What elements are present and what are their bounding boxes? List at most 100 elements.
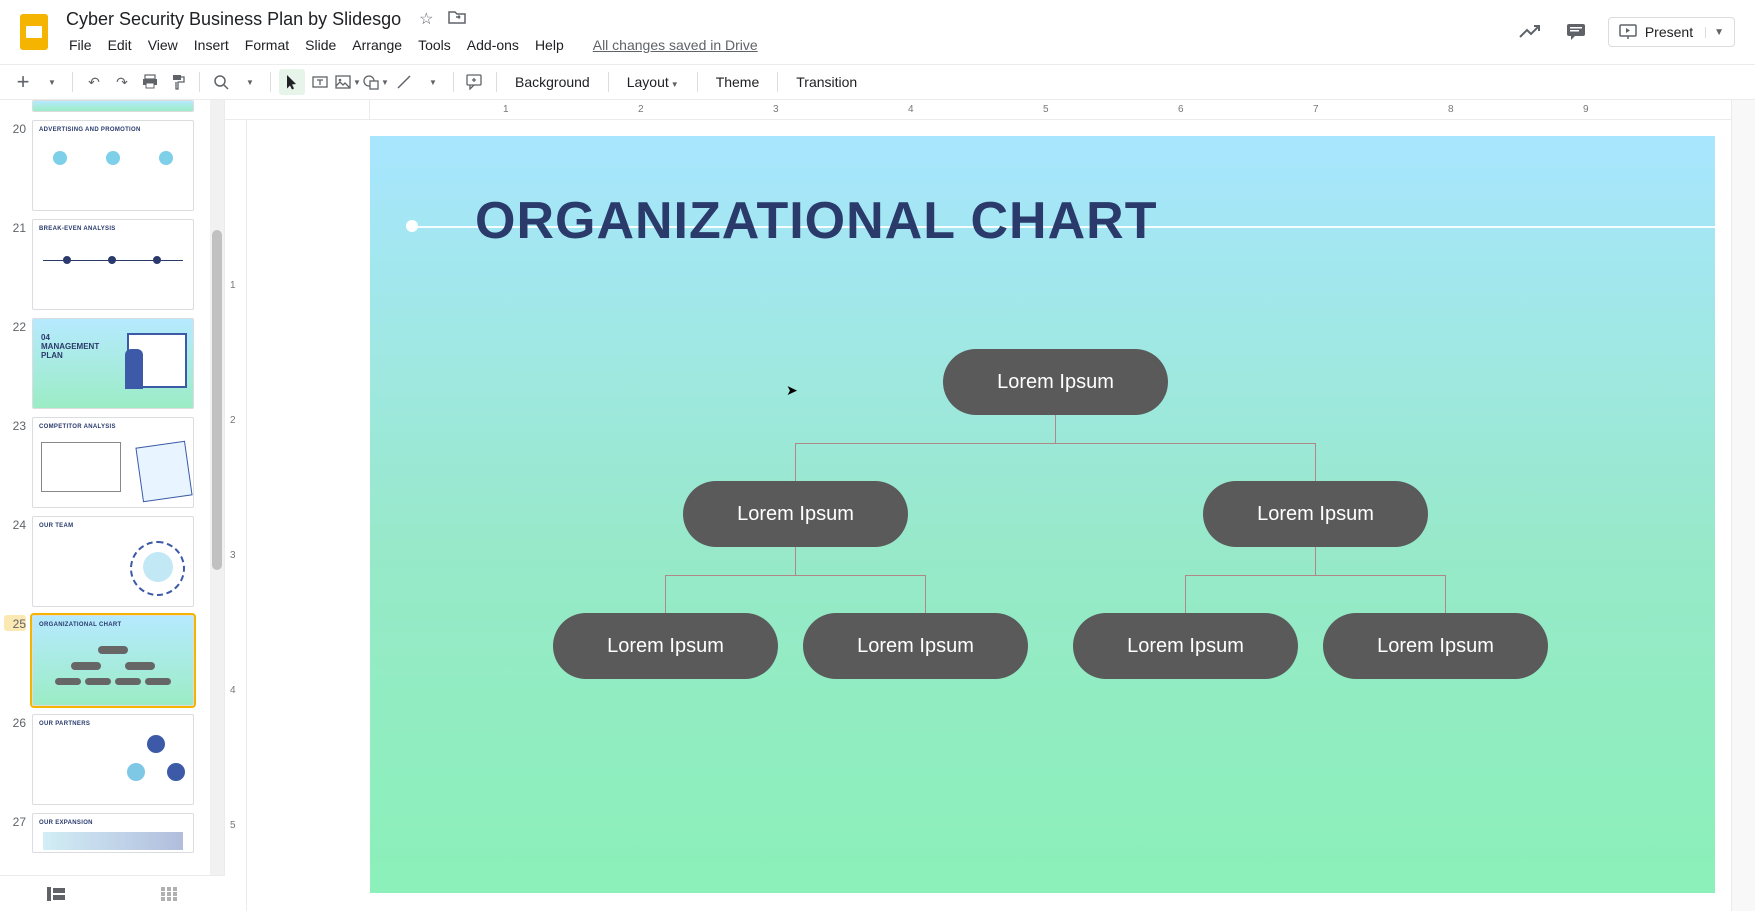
connector[interactable] (795, 443, 1315, 444)
slide-title[interactable]: ORGANIZATIONAL CHART (475, 191, 1157, 251)
filmstrip-scrollbar[interactable] (210, 100, 224, 911)
layout-button[interactable]: Layout▼ (617, 74, 689, 90)
filmstrip-footer (0, 875, 225, 911)
scrollbar-thumb[interactable] (212, 230, 222, 570)
connector[interactable] (1055, 415, 1056, 443)
slide-thumb[interactable]: 20 ADVERTISING AND PROMOTION (0, 116, 224, 215)
slide-number (4, 100, 26, 102)
connector[interactable] (795, 443, 796, 481)
thumb-title: COMPETITOR ANALYSIS (39, 424, 116, 430)
activity-icon[interactable] (1516, 18, 1544, 46)
separator (72, 72, 73, 92)
org-node[interactable]: Lorem Ipsum (1323, 613, 1548, 679)
connector[interactable] (1185, 575, 1445, 576)
present-dropdown-icon[interactable]: ▼ (1705, 27, 1724, 38)
menu-help[interactable]: Help (528, 33, 571, 57)
new-slide-button[interactable]: + (10, 69, 36, 95)
comments-icon[interactable] (1562, 18, 1590, 46)
connector[interactable] (1445, 575, 1446, 613)
menu-slide[interactable]: Slide (298, 33, 343, 57)
slide-number: 27 (4, 813, 26, 829)
slide-number: 23 (4, 417, 26, 433)
org-node[interactable]: Lorem Ipsum (803, 613, 1028, 679)
undo-button[interactable]: ↶ (81, 69, 107, 95)
menu-view[interactable]: View (141, 33, 185, 57)
present-button[interactable]: Present ▼ (1608, 17, 1735, 47)
ruler-tick: 4 (230, 685, 236, 696)
separator (199, 72, 200, 92)
connector[interactable] (795, 547, 796, 575)
slide-thumb[interactable]: 26 OUR PARTNERS (0, 710, 224, 809)
title-bar: Cyber Security Business Plan by Slidesgo… (0, 0, 1755, 64)
slide-thumb[interactable]: 23 COMPETITOR ANALYSIS (0, 413, 224, 512)
connector[interactable] (665, 575, 666, 613)
select-tool[interactable] (279, 69, 305, 95)
slide-number: 25 (4, 615, 26, 631)
title-bullet (406, 220, 418, 232)
zoom-button[interactable] (208, 69, 234, 95)
vertical-scrollbar[interactable] (1731, 100, 1755, 911)
org-node[interactable]: Lorem Ipsum (683, 481, 908, 547)
slide-thumb-current[interactable]: 25 ORGANIZATIONAL CHART (0, 611, 224, 710)
redo-button[interactable]: ↷ (109, 69, 135, 95)
document-title[interactable]: Cyber Security Business Plan by Slidesgo (62, 8, 405, 31)
thumb-title: OUR EXPANSION (39, 820, 93, 826)
slide-thumb[interactable]: 27 OUR EXPANSION (0, 809, 224, 857)
workspace: 20 ADVERTISING AND PROMOTION 21 BREAK-EV… (0, 100, 1755, 911)
org-node[interactable]: Lorem Ipsum (1203, 481, 1428, 547)
connector[interactable] (1315, 547, 1316, 575)
textbox-tool[interactable] (307, 69, 333, 95)
thumb-title: ADVERTISING AND PROMOTION (39, 127, 141, 133)
slide-thumb[interactable] (0, 100, 224, 116)
transition-button[interactable]: Transition (786, 74, 867, 90)
grid-view-icon[interactable] (156, 881, 182, 907)
theme-button[interactable]: Theme (706, 74, 770, 90)
org-node[interactable]: Lorem Ipsum (553, 613, 778, 679)
shape-tool[interactable]: ▼ (363, 69, 389, 95)
ruler-tick: 1 (503, 104, 509, 115)
slide-thumb[interactable]: 24 OUR TEAM (0, 512, 224, 611)
menu-arrange[interactable]: Arrange (345, 33, 409, 57)
menu-file[interactable]: File (62, 33, 99, 57)
menu-addons[interactable]: Add-ons (460, 33, 526, 57)
ruler-tick: 3 (230, 550, 236, 561)
print-button[interactable] (137, 69, 163, 95)
connector[interactable] (1315, 443, 1316, 481)
save-status[interactable]: All changes saved in Drive (593, 37, 758, 53)
toolbar: + ▼ ↶ ↷ ▼ ▼ ▼ ▼ Background Layout▼ Theme… (0, 64, 1755, 100)
menu-insert[interactable]: Insert (187, 33, 236, 57)
thumb-title: 04 MANAGEMENT PLAN (41, 333, 101, 360)
ruler-tick: 7 (1313, 104, 1319, 115)
connector[interactable] (925, 575, 926, 613)
menu-edit[interactable]: Edit (101, 33, 139, 57)
cursor-icon: ➤ (786, 382, 798, 399)
line-dropdown-icon[interactable]: ▼ (419, 69, 445, 95)
menu-tools[interactable]: Tools (411, 33, 458, 57)
ruler-vertical: 1 2 3 4 5 (225, 120, 247, 911)
move-to-folder-icon[interactable] (448, 9, 466, 30)
slide-thumb[interactable]: 21 BREAK-EVEN ANALYSIS (0, 215, 224, 314)
org-node-root[interactable]: Lorem Ipsum (943, 349, 1168, 415)
star-icon[interactable]: ☆ (419, 9, 433, 29)
connector[interactable] (665, 575, 925, 576)
paint-format-button[interactable] (165, 69, 191, 95)
image-tool[interactable]: ▼ (335, 69, 361, 95)
slide-canvas[interactable]: ORGANIZATIONAL CHART Lorem Ipsum Lorem I… (370, 136, 1715, 893)
filmstrip-view-icon[interactable] (43, 881, 69, 907)
slide-number: 21 (4, 219, 26, 235)
thumb-title: BREAK-EVEN ANALYSIS (39, 226, 116, 232)
org-node[interactable]: Lorem Ipsum (1073, 613, 1298, 679)
connector[interactable] (1185, 575, 1186, 613)
canvas-area: 1 2 3 4 5 6 7 8 9 1 2 3 4 5 ORGANIZATION… (225, 100, 1755, 911)
new-slide-dropdown-icon[interactable]: ▼ (38, 69, 64, 95)
menu-format[interactable]: Format (238, 33, 296, 57)
add-comment-button[interactable] (462, 69, 488, 95)
ruler-tick: 9 (1583, 104, 1589, 115)
separator (496, 72, 497, 92)
background-button[interactable]: Background (505, 74, 600, 90)
slide-thumb[interactable]: 22 04 MANAGEMENT PLAN (0, 314, 224, 413)
zoom-dropdown-icon[interactable]: ▼ (236, 69, 262, 95)
slides-logo-icon[interactable] (14, 12, 54, 52)
ruler-tick: 2 (638, 104, 644, 115)
line-tool[interactable] (391, 69, 417, 95)
